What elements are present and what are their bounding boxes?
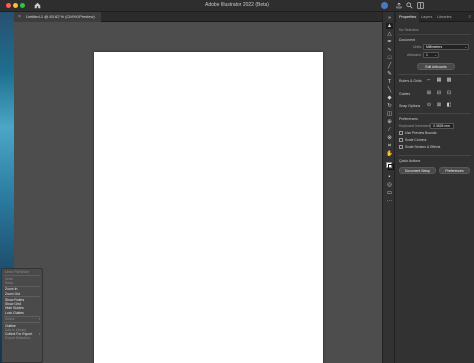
use-preview-bounds-checkbox[interactable] bbox=[399, 131, 403, 135]
show-guides-icon[interactable]: ⊞ bbox=[426, 90, 432, 96]
units-value: Millimeters bbox=[426, 45, 443, 49]
eraser-tool-icon[interactable]: ◆ bbox=[386, 95, 393, 101]
units-label: Units: bbox=[413, 45, 422, 49]
rulers-grids-label: Rulers & Grids bbox=[399, 79, 422, 83]
rotate-tool-icon[interactable]: ↻ bbox=[386, 103, 393, 109]
context-menu-item-label: Undo Fill/Stroke bbox=[5, 270, 30, 274]
edit-artboards-button[interactable]: Edit Artboards bbox=[417, 63, 455, 70]
divider bbox=[398, 113, 471, 114]
grid-icon[interactable]: ▦ bbox=[436, 77, 442, 83]
document-heading: Document bbox=[399, 38, 415, 42]
avatar[interactable] bbox=[381, 2, 388, 9]
artboard[interactable] bbox=[94, 52, 323, 363]
document-tab-label: Untitled-1 @ 83.62 % (CMYK/Preview) bbox=[26, 14, 95, 19]
search-icon[interactable] bbox=[406, 2, 413, 9]
units-select[interactable]: Millimeters ⌄ bbox=[423, 44, 469, 50]
window-title: Adobe Illustrator 2022 (Beta) bbox=[205, 2, 269, 8]
snap-options-label: Snap Options bbox=[399, 104, 421, 108]
color-mode-icon[interactable]: ▪ bbox=[386, 174, 393, 180]
document-tab-bar: × Untitled-1 @ 83.62 % (CMYK/Preview) bbox=[14, 12, 382, 22]
smart-guides-icon[interactable]: ⊡ bbox=[446, 90, 452, 96]
preferences-heading: Preferences bbox=[399, 117, 418, 121]
more-tools-icon[interactable]: ··· bbox=[386, 198, 393, 204]
snap-to-point-icon[interactable]: ⊙ bbox=[426, 102, 432, 108]
context-menu-item-label: Export Selection... bbox=[5, 336, 33, 341]
snap-to-glyph-icon[interactable]: ◧ bbox=[446, 102, 452, 108]
use-preview-bounds-label: Use Preview Bounds bbox=[405, 131, 437, 135]
properties-panel: Properties Layers Libraries ≡ No Selecti… bbox=[395, 12, 474, 363]
panel-menu-icon[interactable]: ≡ bbox=[469, 12, 471, 22]
context-menu-item: Undo Fill/Stroke bbox=[2, 270, 42, 274]
eyedropper-tool-icon[interactable]: ⁄ bbox=[386, 127, 393, 133]
transparency-grid-icon[interactable]: ▩ bbox=[446, 77, 452, 83]
tools-panel: » ▲ △ ✒ ∿ □ ╱ ✎ T ╲ ◆ ↻ ◫ ⊕ ⁄ ⊗ ⌗ ✋ ▪ ◎ … bbox=[382, 12, 395, 363]
context-menu-item[interactable]: Zoom Out bbox=[2, 292, 42, 296]
scale-corners-label: Scale Corners bbox=[405, 138, 427, 142]
no-selection-label: No Selection bbox=[399, 28, 419, 32]
document-setup-button[interactable]: Document Setup bbox=[399, 167, 436, 174]
rulers-icon[interactable]: ⌐ bbox=[426, 77, 432, 83]
type-tool-icon[interactable]: T bbox=[386, 79, 393, 85]
quick-actions-heading: Quick Actions bbox=[399, 159, 421, 163]
divider bbox=[398, 34, 471, 35]
pen-tool-icon[interactable]: ✒ bbox=[386, 39, 393, 45]
context-menu-item: Redo bbox=[2, 281, 42, 285]
divider bbox=[398, 74, 471, 75]
tab-layers[interactable]: Layers bbox=[421, 12, 432, 22]
stroke-swatch[interactable] bbox=[388, 164, 394, 170]
context-menu-item-label: Redo bbox=[5, 280, 14, 285]
screen-mode-icon[interactable]: ▭ bbox=[386, 190, 393, 196]
curvature-tool-icon[interactable]: ∿ bbox=[386, 47, 393, 53]
chevron-down-icon: ⌄ bbox=[464, 45, 467, 49]
artboard-tool-icon[interactable]: ⌗ bbox=[386, 143, 393, 149]
snap-to-pixel-icon[interactable]: ⊠ bbox=[436, 102, 442, 108]
context-menu-item-label: Zoom Out bbox=[5, 291, 21, 296]
title-bar: Adobe Illustrator 2022 (Beta) bbox=[0, 0, 474, 12]
canvas[interactable] bbox=[14, 22, 382, 363]
context-menu-item: Select › bbox=[2, 317, 42, 321]
keyboard-increment-label: Keyboard Increment: bbox=[399, 124, 432, 128]
artboard-value: 1 bbox=[426, 53, 428, 57]
lock-guides-icon[interactable]: ⊟ bbox=[436, 90, 442, 96]
shape-builder-tool-icon[interactable]: ⊕ bbox=[386, 119, 393, 125]
context-menu-item[interactable]: Lock Guides bbox=[2, 311, 42, 315]
line-tool-icon[interactable]: ╲ bbox=[386, 87, 393, 93]
artboard-label: Artboard: bbox=[407, 53, 422, 57]
document-tab[interactable]: × Untitled-1 @ 83.62 % (CMYK/Preview) bbox=[14, 12, 101, 22]
scale-tool-icon[interactable]: ◫ bbox=[386, 111, 393, 117]
arrange-documents-icon[interactable] bbox=[417, 2, 424, 9]
context-menu-item: Export Selection... bbox=[2, 336, 42, 340]
double-arrow-collapse-icon[interactable]: » bbox=[386, 15, 393, 21]
tab-libraries[interactable]: Libraries bbox=[437, 12, 452, 22]
draw-mode-icon[interactable]: ◎ bbox=[386, 182, 393, 188]
selection-tool-icon[interactable]: ▲ bbox=[386, 23, 393, 29]
submenu-arrow-icon: › bbox=[38, 317, 40, 322]
context-menu-item-label: Select bbox=[5, 317, 15, 322]
artboard-select[interactable]: 1 ⌄ bbox=[423, 52, 439, 58]
rectangle-tool-icon[interactable]: □ bbox=[386, 55, 393, 61]
scale-strokes-effects-label: Scale Strokes & Effects bbox=[405, 145, 441, 149]
chevron-down-icon: ⌄ bbox=[434, 53, 437, 57]
share-icon[interactable] bbox=[396, 2, 402, 9]
scale-strokes-effects-checkbox[interactable] bbox=[399, 145, 403, 149]
context-menu: Undo Fill/Stroke Undo Redo Zoom In Zoom Out S… bbox=[1, 268, 43, 363]
divider bbox=[398, 155, 471, 156]
tab-properties[interactable]: Properties bbox=[396, 12, 420, 22]
close-tab-icon[interactable]: × bbox=[18, 12, 21, 22]
scale-corners-checkbox[interactable] bbox=[399, 138, 403, 142]
guides-label: Guides bbox=[399, 92, 411, 96]
blend-tool-icon[interactable]: ⊗ bbox=[386, 135, 393, 141]
paintbrush-tool-icon[interactable]: ╱ bbox=[386, 63, 393, 69]
context-menu-item-label: Lock Guides bbox=[5, 310, 24, 315]
panel-tabs: Properties Layers Libraries ≡ bbox=[395, 12, 474, 22]
hand-tool-icon[interactable]: ✋ bbox=[386, 151, 393, 157]
preferences-button[interactable]: Preferences bbox=[439, 167, 470, 174]
keyboard-increment-input[interactable]: 0.3528 mm bbox=[430, 123, 454, 129]
direct-selection-tool-icon[interactable]: △ bbox=[386, 31, 393, 37]
pencil-tool-icon[interactable]: ✎ bbox=[386, 71, 393, 77]
